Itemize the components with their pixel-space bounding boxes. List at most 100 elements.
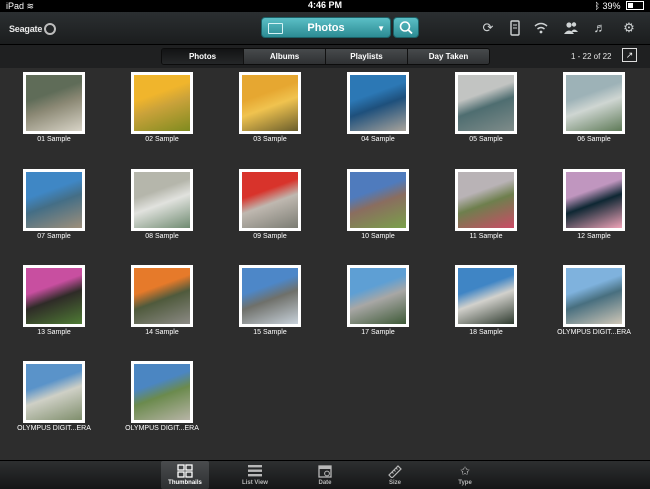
media-type-picker[interactable]: Photos ▼ <box>261 17 391 38</box>
segmented-control: Photos Albums Playlists Day Taken <box>161 48 490 65</box>
photo-frame <box>131 72 193 134</box>
photo-caption: 04 Sample <box>361 136 395 143</box>
photo-caption: OLYMPUS DIGIT...ERA <box>17 425 91 432</box>
photo-thumbnail <box>242 172 298 228</box>
photo-frame <box>239 72 301 134</box>
segment-playlists[interactable]: Playlists <box>326 49 408 64</box>
tab-label: Date <box>318 480 332 486</box>
tab-label: Type <box>458 480 472 486</box>
photo-frame <box>23 265 85 327</box>
photo-caption: 15 Sample <box>253 329 287 336</box>
people-icon[interactable] <box>563 20 579 36</box>
tab-type[interactable]: ✩ Type <box>441 461 489 489</box>
photo-thumbnail <box>350 172 406 228</box>
photo-thumbnail <box>26 172 82 228</box>
photo-grid: 01 Sample 02 Sample 03 Sample 04 Sample 05 S… <box>0 68 650 460</box>
photo-thumbnail <box>566 268 622 324</box>
tab-label: Thumbnails <box>168 480 202 486</box>
tab-size[interactable]: Size <box>371 461 419 489</box>
tab-thumbnails[interactable]: Thumbnails <box>161 461 209 489</box>
photo-frame <box>563 265 625 327</box>
photo-caption: 05 Sample <box>469 136 503 143</box>
drive-icon[interactable] <box>507 20 523 36</box>
segment-albums[interactable]: Albums <box>244 49 326 64</box>
wifi-icon[interactable] <box>533 20 549 36</box>
photo-thumbnail <box>350 75 406 131</box>
segment-photos[interactable]: Photos <box>162 49 244 64</box>
photo-thumbnail <box>566 172 622 228</box>
search-icon <box>399 21 413 35</box>
photo-caption: 13 Sample <box>37 329 71 336</box>
photo-frame <box>347 265 409 327</box>
share-icon: ↗ <box>625 50 634 60</box>
photo-caption: 12 Sample <box>577 233 611 240</box>
photo-thumbnail <box>458 172 514 228</box>
search-button[interactable] <box>393 17 419 38</box>
photo-caption: 06 Sample <box>577 136 611 143</box>
calendar-icon <box>317 464 333 478</box>
photo-caption: 17 Sample <box>361 329 395 336</box>
status-right: ᛒ 39% <box>595 1 644 11</box>
tab-label: List View <box>242 480 268 486</box>
photo-caption: 14 Sample <box>145 329 179 336</box>
bluetooth-icon: ᛒ <box>594 1 600 11</box>
segment-day-taken[interactable]: Day Taken <box>408 49 489 64</box>
photo-frame <box>455 265 517 327</box>
tab-list-view[interactable]: List View <box>231 461 279 489</box>
share-button[interactable]: ↗ <box>622 48 637 62</box>
photo-thumbnail <box>458 75 514 131</box>
ruler-icon <box>387 464 403 479</box>
filter-bar: Photos Albums Playlists Day Taken 1 - 22… <box>0 45 650 68</box>
photo-caption: 02 Sample <box>145 136 179 143</box>
photo-frame <box>239 265 301 327</box>
bottom-tab-bar: Thumbnails List View Date Size ✩ Type <box>0 460 650 489</box>
photo-frame <box>347 169 409 231</box>
photo-frame <box>23 72 85 134</box>
photo-caption: 01 Sample <box>37 136 71 143</box>
tab-date[interactable]: Date <box>301 461 349 489</box>
brand-logo: Seagate <box>9 23 57 35</box>
battery-percent: 39% <box>602 1 621 11</box>
gear-icon[interactable]: ⚙ <box>621 20 637 36</box>
photo-frame <box>239 169 301 231</box>
status-bar: iPad ≋ 4:46 PM ᛒ 39% <box>0 0 650 12</box>
brand-text: Seagate <box>9 24 43 34</box>
photo-thumbnail <box>26 268 82 324</box>
photo-caption: 03 Sample <box>253 136 287 143</box>
photo-caption: 11 Sample <box>469 233 503 240</box>
top-toolbar: Seagate Photos ▼ ⟳ ♬ ⚙ <box>0 12 650 45</box>
photo-thumbnail <box>26 75 82 131</box>
status-time: 4:46 PM <box>307 0 342 10</box>
photo-frame <box>563 72 625 134</box>
grid-icon <box>177 464 193 478</box>
photo-frame <box>131 361 193 423</box>
chevron-down-icon: ▼ <box>377 24 385 33</box>
photo-caption: 10 Sample <box>361 233 395 240</box>
sync-icon[interactable]: ⟳ <box>480 20 496 36</box>
music-icon[interactable]: ♬ <box>592 20 608 36</box>
photo-thumbnail <box>134 172 190 228</box>
photo-caption: 08 Sample <box>145 233 179 240</box>
photo-frame <box>563 169 625 231</box>
brand-mark-icon <box>44 23 57 35</box>
photo-thumbnail <box>566 75 622 131</box>
photo-caption: 18 Sample <box>469 329 503 336</box>
item-count: 1 - 22 of 22 <box>571 52 612 61</box>
photo-thumbnail <box>458 268 514 324</box>
photo-thumbnail <box>134 364 190 420</box>
photo-caption: OLYMPUS DIGIT...ERA <box>557 329 631 336</box>
photo-caption: 07 Sample <box>37 233 71 240</box>
photo-thumbnail <box>134 75 190 131</box>
battery-fill <box>628 3 634 8</box>
star-icon: ✩ <box>459 464 471 478</box>
photo-frame <box>131 169 193 231</box>
photo-thumbnail <box>26 364 82 420</box>
photo-frame <box>131 265 193 327</box>
photo-thumbnail <box>242 268 298 324</box>
photo-frame <box>23 169 85 231</box>
battery-icon <box>626 1 644 10</box>
photo-frame <box>347 72 409 134</box>
photo-thumbnail <box>242 75 298 131</box>
list-icon <box>247 464 263 478</box>
photo-thumbnail <box>134 268 190 324</box>
